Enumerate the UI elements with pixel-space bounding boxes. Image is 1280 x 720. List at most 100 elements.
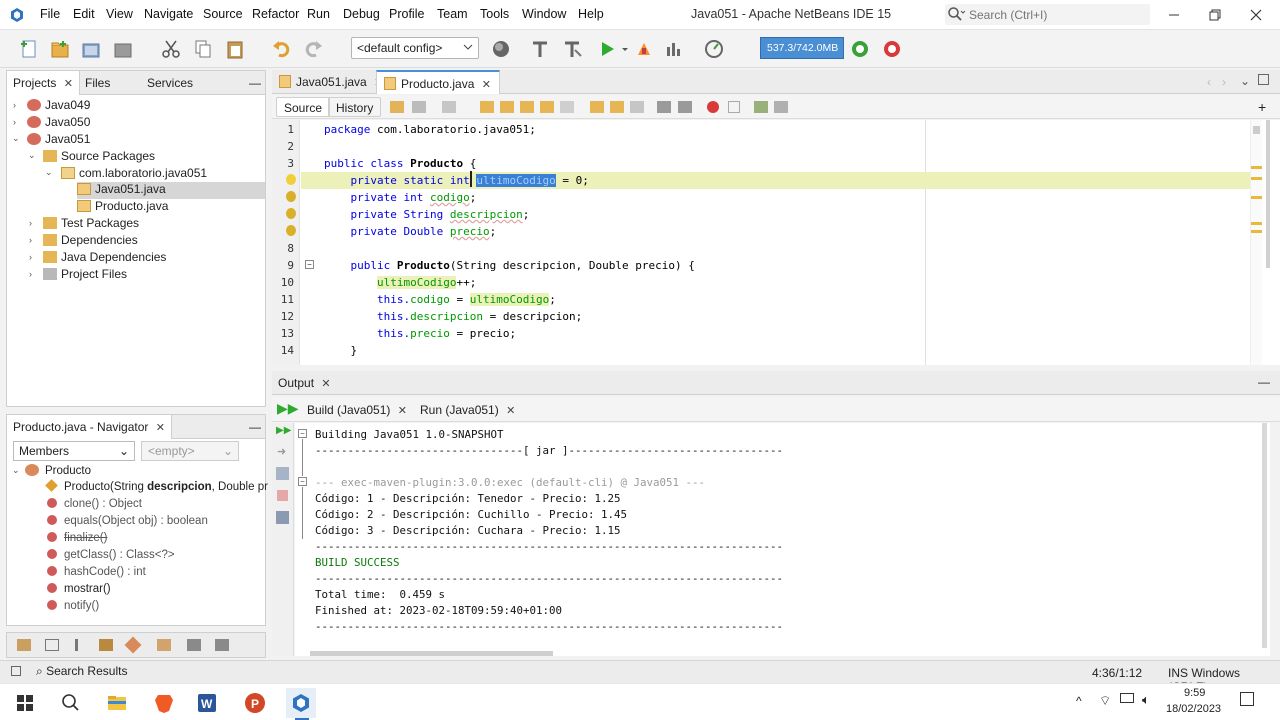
filter-lock-icon[interactable] bbox=[99, 639, 113, 651]
new-file-icon[interactable] bbox=[18, 38, 40, 60]
menu-window[interactable]: Window bbox=[522, 7, 566, 21]
previous-bookmark-icon[interactable] bbox=[590, 101, 604, 113]
warning-mark[interactable] bbox=[1251, 177, 1262, 180]
profile-icon[interactable] bbox=[663, 38, 685, 60]
tab-build-output[interactable]: Build (Java051) ✕ bbox=[307, 403, 407, 417]
tree-item-java049[interactable]: Java049 bbox=[27, 98, 90, 115]
hint-bulb-icon[interactable] bbox=[286, 174, 296, 185]
warning-mark[interactable] bbox=[1251, 166, 1262, 169]
file-explorer-icon[interactable] bbox=[102, 688, 132, 718]
find-icon[interactable] bbox=[480, 101, 494, 113]
battery-icon[interactable] bbox=[1120, 693, 1134, 703]
warning-mark[interactable] bbox=[1251, 230, 1262, 233]
rerun-icon[interactable]: ▶▶ bbox=[276, 425, 291, 436]
sort-source-icon[interactable] bbox=[215, 639, 229, 651]
restore-icon[interactable] bbox=[1205, 5, 1225, 25]
minimize-panel-icon[interactable]: — bbox=[249, 76, 261, 90]
collapse-icon[interactable]: ⌄ bbox=[28, 150, 36, 161]
close-window-icon[interactable] bbox=[1246, 5, 1266, 25]
subtab-source[interactable]: Source bbox=[276, 97, 331, 117]
uncomment-icon[interactable] bbox=[774, 101, 788, 113]
back-icon[interactable] bbox=[412, 101, 426, 113]
navigator-member-finalize[interactable]: finalize() bbox=[47, 532, 107, 549]
shift-right-icon[interactable] bbox=[678, 101, 692, 113]
menu-edit[interactable]: Edit bbox=[73, 7, 95, 21]
chevron-up-icon[interactable]: ^ bbox=[1076, 694, 1082, 708]
navigator-member-getclass[interactable]: getClass() : Class<?> bbox=[47, 549, 175, 566]
volume-icon[interactable]: 🔈︎ bbox=[1142, 692, 1150, 708]
tree-item-test-packages[interactable]: Test Packages bbox=[43, 216, 139, 233]
code-editor[interactable]: 1 2 3 4 5 6 7 8 9 10 11 12 13 14 − packa… bbox=[272, 120, 1280, 365]
fold-icon[interactable]: − bbox=[298, 429, 307, 438]
menu-profile[interactable]: Profile bbox=[389, 7, 424, 21]
tree-item-source-packages[interactable]: Source Packages bbox=[43, 149, 155, 166]
menu-help[interactable]: Help bbox=[578, 7, 604, 21]
run-icon[interactable] bbox=[596, 38, 618, 60]
start-macro-icon[interactable] bbox=[707, 101, 719, 113]
tab-producto-java[interactable]: Producto.java ✕ bbox=[376, 70, 500, 94]
menu-team[interactable]: Team bbox=[437, 7, 468, 21]
copy-icon[interactable] bbox=[192, 38, 214, 60]
sort-alpha-icon[interactable] bbox=[187, 639, 201, 651]
shift-left-icon[interactable] bbox=[657, 101, 671, 113]
filter-inherited-icon[interactable] bbox=[75, 639, 78, 651]
sort-icon[interactable] bbox=[157, 639, 171, 651]
menu-refactor[interactable]: Refactor bbox=[252, 7, 299, 21]
stop-gc-icon[interactable] bbox=[881, 38, 903, 60]
windows-start-icon[interactable] bbox=[10, 688, 40, 718]
clock-date[interactable]: 18/02/2023 bbox=[1166, 703, 1221, 715]
stop-icon[interactable] bbox=[277, 490, 288, 501]
tree-item-dependencies[interactable]: Dependencies bbox=[43, 233, 138, 250]
menu-navigate[interactable]: Navigate bbox=[144, 7, 193, 21]
fold-icon[interactable]: − bbox=[305, 260, 314, 269]
navigator-class[interactable]: Producto bbox=[25, 464, 91, 481]
maximize-editor-icon[interactable] bbox=[1258, 74, 1269, 85]
warning-bulb-icon[interactable] bbox=[286, 208, 296, 219]
settings-icon[interactable] bbox=[276, 511, 289, 524]
empty-filter[interactable]: <empty> ⌄ bbox=[141, 441, 239, 461]
close-project-icon[interactable] bbox=[112, 38, 134, 60]
output-console[interactable]: − − Building Java051 1.0-SNAPSHOT ------… bbox=[295, 423, 1270, 656]
tree-item-java051[interactable]: Java051 bbox=[27, 132, 90, 149]
paste-icon[interactable] bbox=[224, 38, 246, 60]
rerun-icon[interactable]: ▶▶ bbox=[277, 400, 299, 417]
warning-mark[interactable] bbox=[1251, 222, 1262, 225]
tab-java051-java[interactable]: Java051.java ✕ bbox=[272, 70, 391, 94]
tab-output[interactable]: Output ✕ bbox=[278, 376, 331, 390]
toggle-bookmark-icon[interactable] bbox=[630, 101, 644, 113]
clock-time[interactable]: 9:59 bbox=[1184, 687, 1205, 699]
expand-icon[interactable]: › bbox=[29, 218, 32, 228]
find-next-icon[interactable] bbox=[520, 101, 534, 113]
tab-run-output[interactable]: Run (Java051) ✕ bbox=[420, 403, 515, 417]
navigator-member-notify[interactable]: notify() bbox=[47, 600, 99, 617]
tree-item-project-files[interactable]: Project Files bbox=[43, 267, 127, 284]
menu-run[interactable]: Run bbox=[307, 7, 330, 21]
error-stripe[interactable] bbox=[1250, 120, 1262, 365]
warning-bulb-icon[interactable] bbox=[286, 191, 296, 202]
subtab-history[interactable]: History bbox=[328, 97, 382, 117]
menu-tools[interactable]: Tools bbox=[480, 7, 509, 21]
tree-item-java051-java[interactable]: Java051.java bbox=[77, 182, 265, 199]
toggle-rectangle-icon[interactable] bbox=[560, 101, 574, 113]
minimize-icon[interactable] bbox=[1164, 5, 1184, 25]
navigator-member-clone[interactable]: clone() : Object bbox=[47, 498, 142, 515]
notification-center-icon[interactable] bbox=[1240, 692, 1254, 706]
build-icon[interactable] bbox=[529, 38, 551, 60]
next-bookmark-icon[interactable] bbox=[610, 101, 624, 113]
collapse-icon[interactable]: ⌄ bbox=[12, 133, 20, 144]
filter-static-icon[interactable] bbox=[45, 639, 59, 651]
output-search-icon[interactable] bbox=[276, 467, 289, 480]
last-edit-icon[interactable] bbox=[390, 101, 404, 113]
open-project-icon[interactable] bbox=[80, 38, 102, 60]
tree-item-java-dependencies[interactable]: Java Dependencies bbox=[43, 250, 166, 267]
profiler-gauge-icon[interactable] bbox=[703, 38, 725, 60]
rerun-goals-icon[interactable]: ➜ bbox=[277, 445, 286, 458]
warning-mark[interactable] bbox=[1251, 196, 1262, 199]
tree-item-java050[interactable]: Java050 bbox=[27, 115, 90, 132]
stop-macro-icon[interactable] bbox=[728, 101, 740, 113]
collapse-icon[interactable]: ⌄ bbox=[12, 465, 20, 476]
search-box[interactable] bbox=[945, 4, 1150, 25]
config-dropdown[interactable]: <default config> bbox=[351, 37, 479, 59]
tab-scroll-right-icon[interactable]: › bbox=[1222, 75, 1226, 89]
netbeans-taskbar-icon[interactable] bbox=[286, 688, 316, 718]
